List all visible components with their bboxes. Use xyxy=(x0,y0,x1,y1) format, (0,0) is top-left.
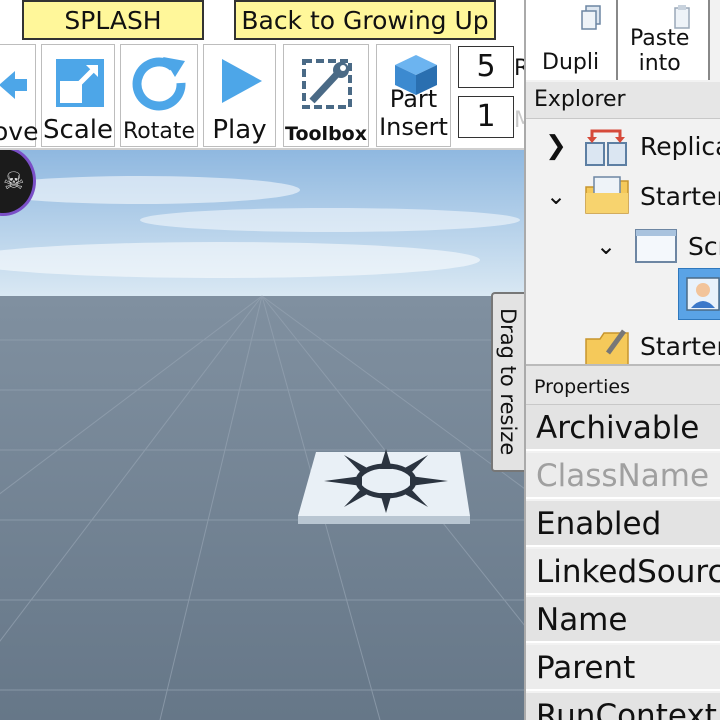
tree-item-starter-gui[interactable]: ⌄ Starter xyxy=(540,172,720,220)
chevron-down-icon[interactable]: ⌄ xyxy=(590,232,622,260)
paste-into-line2: into xyxy=(638,51,681,76)
tree-item-selected-script[interactable] xyxy=(678,268,720,320)
tree-item-screen-gui[interactable]: ⌄ Scr xyxy=(590,222,720,270)
property-archivable[interactable]: Archivable xyxy=(526,405,720,451)
chevron-right-icon[interactable]: ❯ xyxy=(540,131,572,161)
part-insert-label: Part Insert xyxy=(377,85,450,141)
explorer-header: Explorer xyxy=(526,82,720,119)
tree-item-replicated-storage[interactable]: ❯ Replica xyxy=(540,122,720,170)
drag-to-resize-handle[interactable]: Drag to resize xyxy=(491,292,524,472)
part-insert-line2: Insert xyxy=(379,113,448,141)
play-button[interactable]: Play xyxy=(203,44,276,147)
property-parent[interactable]: Parent xyxy=(526,645,720,691)
explorer-title: Explorer xyxy=(534,87,626,112)
tab-back-to-growing-up[interactable]: Back to Growing Up xyxy=(234,0,496,40)
paste-into-line1: Paste xyxy=(630,26,690,51)
game-viewport[interactable] xyxy=(0,150,524,720)
toolbar: ove Scale Rotate Play Toolbox Part Inser… xyxy=(0,40,573,150)
rotate-icon xyxy=(132,57,186,111)
part-insert-button[interactable]: Part Insert xyxy=(376,44,451,147)
tab-back-label: Back to Growing Up xyxy=(241,5,489,35)
paste-into-label: Paste into xyxy=(630,26,689,76)
user-icon xyxy=(686,277,720,311)
duplicate-button[interactable]: Dupli xyxy=(526,0,618,80)
tree-item-label: Scr xyxy=(688,231,720,261)
play-icon xyxy=(222,59,262,103)
toolbox-label: Toolbox xyxy=(285,123,367,145)
duplicate-label: Dupli xyxy=(542,50,600,75)
paste-into-button[interactable]: Paste into xyxy=(618,0,710,80)
property-name[interactable]: Name xyxy=(526,597,720,643)
scale-icon xyxy=(56,59,104,107)
spawn-location xyxy=(298,449,470,524)
tree-item-label: Starter xyxy=(640,331,720,361)
tree-item-label: Replica xyxy=(640,131,720,161)
folder-icon xyxy=(585,176,629,214)
play-label: Play xyxy=(212,115,267,145)
move-label: ove xyxy=(0,117,39,146)
property-enabled[interactable]: Enabled xyxy=(526,501,720,547)
tree-item-starter-pack[interactable]: Starter xyxy=(584,322,720,370)
duplicate-icon xyxy=(581,5,601,30)
starter-pack-icon xyxy=(585,329,629,366)
replicated-storage-icon xyxy=(585,129,627,166)
scale-label: Scale xyxy=(43,115,113,145)
rotate-tool-button[interactable]: Rotate xyxy=(120,44,198,147)
property-runcontext[interactable]: RunContext xyxy=(526,693,720,720)
toolbox-button[interactable]: Toolbox xyxy=(283,44,369,147)
studio-side-panel: Dupli Paste into Explorer ❯ Replica ⌄ xyxy=(524,0,720,720)
toolbox-icon xyxy=(302,59,352,109)
properties-title: Properties xyxy=(534,376,631,398)
tab-splash[interactable]: SPLASH xyxy=(22,0,204,40)
move-icon xyxy=(0,71,27,99)
creature-icon: ☠ xyxy=(3,167,25,195)
part-insert-line1: Part xyxy=(389,85,438,113)
scale-tool-button[interactable]: Scale xyxy=(41,44,115,147)
drag-handle-label: Drag to resize xyxy=(496,308,520,456)
rotate-increment-input[interactable]: 5 xyxy=(458,46,514,88)
rotate-label: Rotate xyxy=(122,119,196,144)
scene-render xyxy=(0,150,524,720)
move-increment-input[interactable]: 1 xyxy=(458,96,514,138)
move-tool-button[interactable]: ove xyxy=(0,44,39,147)
tab-splash-label: SPLASH xyxy=(64,5,162,35)
property-linkedsource[interactable]: LinkedSourc xyxy=(526,549,720,595)
screen-gui-icon xyxy=(635,229,677,263)
properties-header: Properties xyxy=(526,364,720,405)
chevron-down-icon[interactable]: ⌄ xyxy=(540,182,572,210)
property-classname: ClassName xyxy=(526,453,720,499)
tree-item-label: Starter xyxy=(640,181,720,211)
